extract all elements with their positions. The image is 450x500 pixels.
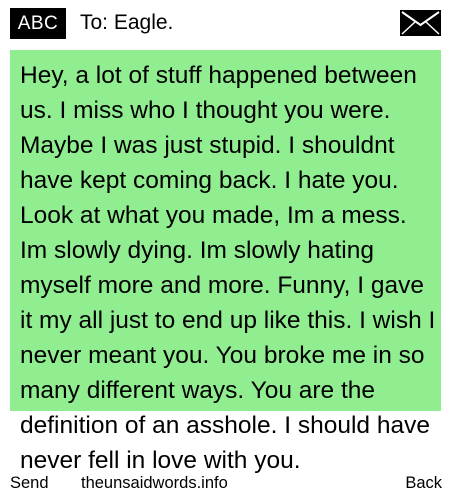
input-mode-badge[interactable]: ABC <box>10 8 66 39</box>
site-watermark: theunsaidwords.info <box>81 474 228 492</box>
compose-screen: ABC To: Eagle. Hey, a lot of stuff happe… <box>0 0 450 500</box>
back-softkey[interactable]: Back <box>405 472 442 494</box>
envelope-icon[interactable] <box>400 10 441 36</box>
softkey-bar: Send theunsaidwords.info Back <box>0 472 450 500</box>
send-softkey[interactable]: Send <box>10 472 49 494</box>
recipient-label: To: Eagle. <box>80 11 174 34</box>
header-bar: ABC To: Eagle. <box>0 0 450 46</box>
message-body: Hey, a lot of stuff happened between us.… <box>20 62 436 474</box>
